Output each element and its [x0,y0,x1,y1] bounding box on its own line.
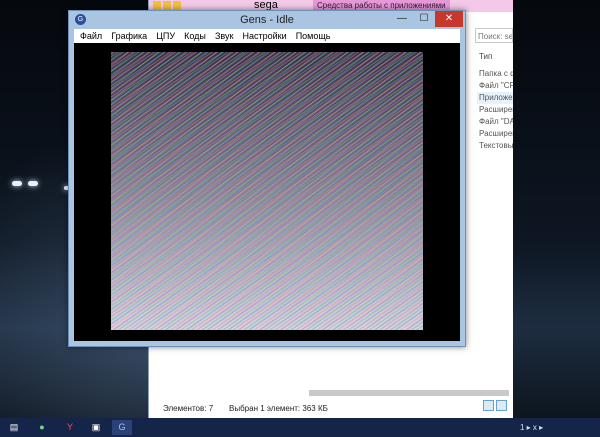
menu-codes[interactable]: Коды [184,29,206,43]
search-input[interactable]: Поиск: se... [475,28,513,43]
car-headlight [12,181,22,186]
car-headlight [28,181,38,186]
computer-taskbar-icon[interactable]: ▣ [86,420,106,435]
gens-titlebar[interactable]: G Gens - Idle — ☐ ✕ [69,11,465,29]
list-item[interactable]: Расширен [477,128,513,140]
list-item[interactable]: Файл "CF [477,80,513,92]
explorer-taskbar-icon[interactable]: ▤ [4,420,24,435]
gens-taskbar-icon[interactable]: G [112,420,132,435]
chrome-taskbar-icon[interactable]: ● [32,420,52,435]
list-item[interactable]: Текстовы [477,140,513,152]
properties-icon[interactable] [163,1,171,10]
list-item[interactable]: Папка с ф [477,68,513,80]
system-tray[interactable]: 1 ▸ x ▸ [520,418,543,437]
menu-sound[interactable]: Звук [215,29,233,43]
menu-cpu[interactable]: ЦПУ [156,29,175,43]
view-buttons [481,400,507,414]
horizontal-scrollbar[interactable] [309,390,509,396]
minimize-button[interactable]: — [391,11,413,27]
menu-file[interactable]: Файл [80,29,102,43]
close-button[interactable]: ✕ [435,11,463,27]
large-icons-view-icon[interactable] [496,400,507,411]
list-item[interactable]: Файл "DA [477,116,513,128]
maximize-button[interactable]: ☐ [413,11,435,27]
folder-icon[interactable] [153,1,161,10]
menu-bar: Файл Графика ЦПУ Коды Звук Настройки Пом… [74,29,460,43]
taskbar: ▤ ● Y ▣ G 1 ▸ x ▸ [0,418,600,437]
yandex-taskbar-icon[interactable]: Y [60,420,80,435]
gens-window: G Gens - Idle — ☐ ✕ Файл Графика ЦПУ Код… [68,10,466,347]
new-folder-icon[interactable] [173,1,181,10]
column-header-type[interactable]: Тип [479,52,492,61]
status-item-count: Элементов: 7 [163,404,214,413]
garbage-graphics-output [111,52,423,330]
file-type-list: Папка с ф Файл "CF Приложе Расширен Файл… [477,68,513,152]
menu-settings[interactable]: Настройки [243,29,287,43]
menu-graphics[interactable]: Графика [111,29,147,43]
status-selection: Выбран 1 элемент: 363 КБ [229,404,328,413]
emulator-display[interactable] [74,43,460,341]
details-view-icon[interactable] [483,400,494,411]
list-item-selected[interactable]: Приложе [477,92,513,104]
menu-help[interactable]: Помощь [296,29,331,43]
list-item[interactable]: Расширен [477,104,513,116]
